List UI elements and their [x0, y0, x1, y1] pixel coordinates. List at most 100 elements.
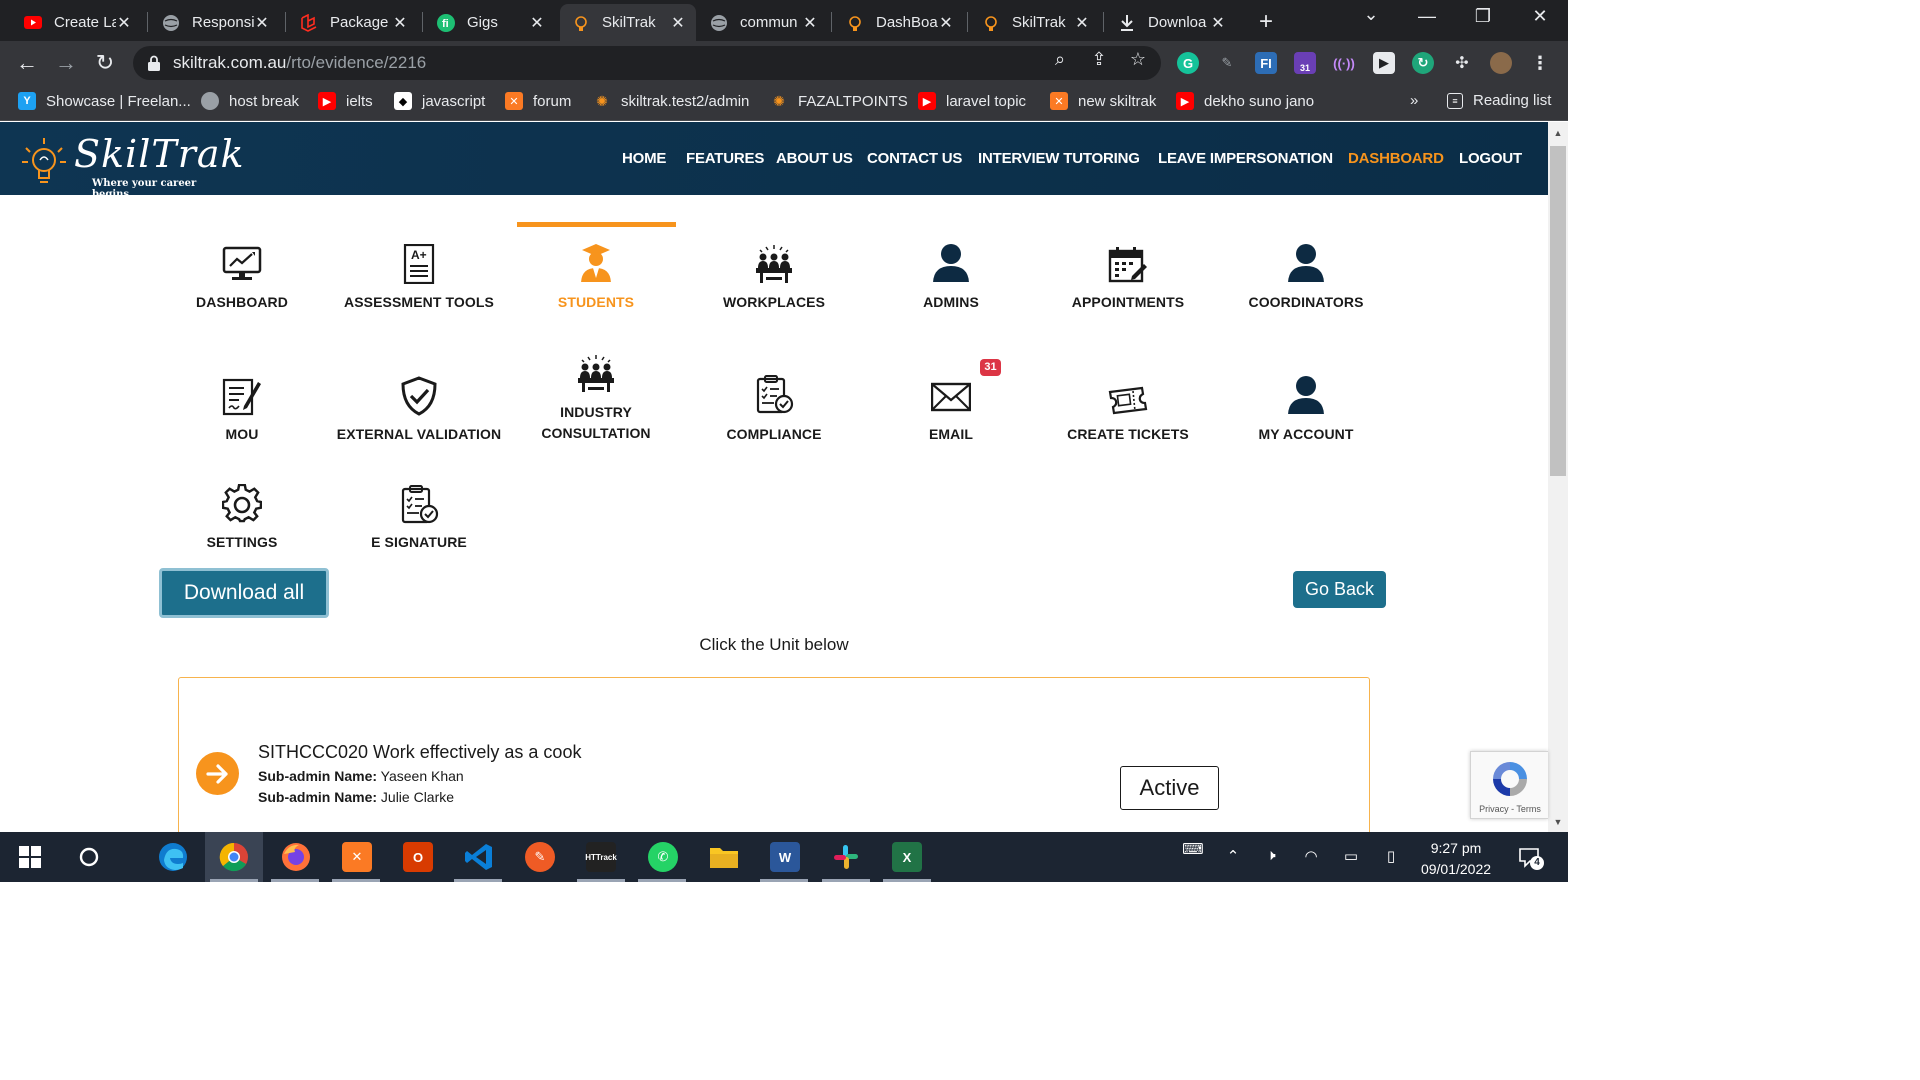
close-icon[interactable]: ✕ — [1074, 13, 1090, 33]
nav-contact-us[interactable]: CONTACT US — [867, 150, 962, 167]
reading-list-button[interactable]: ≡ Reading list — [1447, 92, 1551, 109]
back-button[interactable]: ← — [14, 50, 40, 76]
tab-strip: Create La ✕ Responsi ✕ Package ✕ fi Gigs… — [0, 0, 1568, 41]
download-all-button[interactable]: Download all — [159, 568, 329, 618]
whatsapp-icon[interactable]: ✆ — [648, 842, 678, 872]
scrollbar-thumb[interactable] — [1550, 146, 1566, 476]
chrome-icon[interactable] — [219, 842, 249, 872]
bookmark-item[interactable]: ✕ new skiltrak — [1050, 92, 1156, 110]
reload-button[interactable]: ↻ — [92, 50, 118, 76]
postman-icon[interactable]: ✎ — [525, 842, 555, 872]
bookmark-item[interactable]: ◆ javascript — [394, 92, 485, 110]
edge-icon[interactable] — [158, 842, 188, 872]
subadmin-line: Sub-admin Name: Yaseen Khan — [258, 768, 464, 784]
browser-tab[interactable]: Create La ✕ — [12, 4, 142, 41]
browser-tab[interactable]: fi Gigs ✕ — [425, 4, 555, 41]
cortana-icon[interactable] — [74, 842, 104, 872]
fiverr-icon: fi — [437, 13, 455, 32]
xampp-icon[interactable]: ✕ — [342, 842, 372, 872]
taskbar-clock[interactable]: 9:27 pm 09/01/2022 — [1410, 838, 1502, 880]
close-icon[interactable]: ✕ — [529, 13, 545, 33]
wifi-icon[interactable]: ◠ — [1300, 847, 1322, 865]
bookmark-item[interactable]: ✕ forum — [505, 92, 571, 110]
grammarly-icon[interactable]: G — [1177, 52, 1199, 74]
radio-extension-icon[interactable]: ((·)) — [1333, 52, 1355, 74]
bookmark-item[interactable]: ✺ skiltrak.test2/admin — [593, 92, 749, 110]
menu-icon[interactable]: ⋮ — [1529, 52, 1551, 74]
forward-button[interactable]: → — [53, 50, 79, 76]
tab-search-icon[interactable]: ⌄ — [1351, 4, 1391, 25]
volume-icon[interactable]: 🕨 — [1260, 847, 1282, 864]
nav-leave-impersonation[interactable]: LEAVE IMPERSONATION — [1158, 150, 1333, 167]
battery-icon[interactable]: ▭ — [1340, 847, 1362, 865]
close-icon[interactable]: ✕ — [670, 13, 686, 33]
star-icon[interactable]: ☆ — [1128, 49, 1148, 69]
close-icon[interactable]: ✕ — [938, 13, 954, 33]
restore-button[interactable]: ❐ — [1463, 6, 1503, 27]
nav-logout[interactable]: LOGOUT — [1459, 150, 1522, 167]
browser-tab[interactable]: Package ✕ — [288, 4, 418, 41]
nav-features[interactable]: FEATURES — [686, 150, 764, 167]
close-icon[interactable]: ✕ — [254, 13, 270, 33]
chevron-up-icon[interactable]: ⌃ — [1222, 847, 1244, 865]
status-button[interactable]: Active — [1120, 766, 1219, 810]
extensions-puzzle-icon[interactable]: ✣ — [1451, 52, 1473, 74]
nav-interview-tutoring[interactable]: INTERVIEW TUTORING — [978, 150, 1140, 167]
word-icon[interactable]: W — [770, 842, 800, 872]
vscode-icon[interactable] — [464, 842, 494, 872]
office-icon[interactable]: O — [403, 842, 433, 872]
bookmark-item[interactable]: ▶ ielts — [318, 92, 373, 110]
logo[interactable]: SkilTrak Where your career begins — [18, 130, 244, 200]
devices-icon[interactable]: ▯ — [1380, 847, 1402, 865]
pen-extension-icon[interactable]: ✎ — [1216, 52, 1238, 74]
scroll-down-icon[interactable]: ▼ — [1550, 817, 1566, 831]
minimize-button[interactable]: — — [1407, 6, 1447, 27]
excel-icon[interactable]: X — [892, 842, 922, 872]
nav-home[interactable]: HOME — [622, 150, 666, 167]
close-icon[interactable]: ✕ — [1210, 13, 1226, 33]
scroll-up-icon[interactable]: ▲ — [1550, 128, 1566, 142]
arrow-right-icon[interactable] — [196, 752, 239, 795]
calendar-extension-icon[interactable]: 31 — [1294, 52, 1316, 74]
address-bar[interactable]: skiltrak.com.au/rto/evidence/2216 — [133, 46, 1161, 80]
file-explorer-icon[interactable] — [709, 842, 739, 872]
browser-tab-active[interactable]: SkilTrak ✕ — [560, 4, 696, 41]
nav-about-us[interactable]: ABOUT US — [776, 150, 853, 167]
bookmark-item[interactable]: ✺ FAZALTPOINTS — [770, 92, 908, 110]
start-icon[interactable] — [15, 842, 45, 872]
fi-extension-icon[interactable]: FI — [1255, 52, 1277, 74]
zoom-icon[interactable]: ⌕ — [1050, 49, 1070, 69]
share-icon[interactable]: ⇪ — [1089, 49, 1109, 69]
browser-tab[interactable]: Responsi ✕ — [150, 4, 280, 41]
close-icon[interactable]: ✕ — [802, 13, 818, 33]
nav-dashboard[interactable]: DASHBOARD — [1348, 150, 1444, 167]
close-icon[interactable]: ✕ — [116, 13, 132, 33]
profile-avatar[interactable] — [1490, 52, 1512, 74]
bookmark-item[interactable]: ▶ dekho suno jano — [1176, 92, 1314, 110]
close-icon[interactable]: ✕ — [392, 13, 408, 33]
new-tab-button[interactable]: + — [1254, 8, 1278, 36]
bookmark-item[interactable]: Y Showcase | Freelan... — [18, 92, 191, 110]
bookmark-item[interactable]: ▶ laravel topic — [918, 92, 1026, 110]
browser-tab[interactable]: SkilTrak ✕ — [970, 4, 1100, 41]
firefox-icon[interactable] — [281, 842, 311, 872]
close-window-button[interactable]: ✕ — [1520, 6, 1560, 27]
menu-item-label: E SIGNATURE — [371, 534, 467, 550]
player-extension-icon[interactable]: ▶ — [1373, 52, 1395, 74]
bookmark-item[interactable]: host break — [201, 92, 299, 110]
html-copier-icon[interactable]: HTTrack — [585, 842, 617, 872]
notification-icon[interactable]: 4 — [1518, 846, 1544, 870]
lightbulb-icon — [22, 138, 66, 183]
browser-tab[interactable]: DashBoa ✕ — [834, 4, 964, 41]
recaptcha-badge[interactable]: Privacy - Terms — [1470, 751, 1548, 819]
sync-extension-icon[interactable]: ↻ — [1412, 52, 1434, 74]
go-back-button[interactable]: Go Back — [1293, 571, 1386, 608]
firefox-running-indicator — [271, 879, 319, 882]
subadmin-label: Sub-admin Name: — [258, 789, 378, 805]
slack-icon[interactable] — [831, 842, 861, 872]
keyboard-icon[interactable]: ⌨ — [1182, 840, 1204, 858]
bookmarks-overflow-button[interactable]: » — [1410, 92, 1418, 109]
browser-tab[interactable]: commun ✕ — [698, 4, 828, 41]
browser-tab[interactable]: Downloa ✕ — [1106, 4, 1236, 41]
unit-title[interactable]: SITHCCC020 Work effectively as a cook — [258, 742, 581, 763]
